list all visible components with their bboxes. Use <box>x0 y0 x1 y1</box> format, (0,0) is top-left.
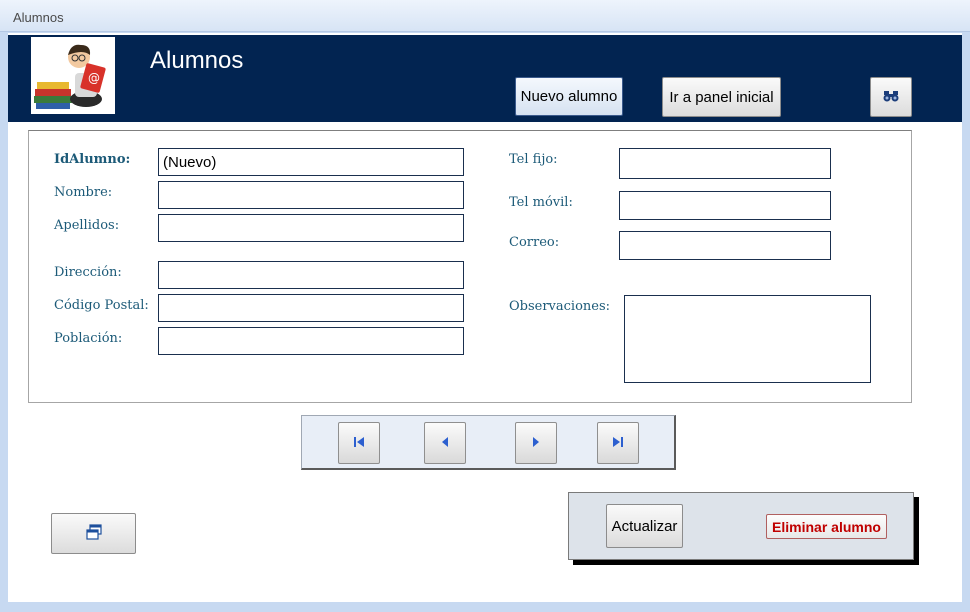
id-field[interactable]: (Nuevo) <box>158 148 464 176</box>
search-button[interactable] <box>870 77 912 117</box>
next-record-icon <box>531 436 541 451</box>
id-label: IdAlumno: <box>54 152 131 167</box>
tel-movil-label: Tel móvil: <box>509 195 573 210</box>
direccion-label: Dirección: <box>54 265 122 280</box>
direccion-field[interactable] <box>158 261 464 289</box>
next-record-button[interactable] <box>515 422 557 464</box>
first-record-button[interactable] <box>338 422 380 464</box>
codigo-postal-label: Código Postal: <box>54 298 149 313</box>
svg-text:@: @ <box>88 71 100 85</box>
binoculars-icon <box>883 89 899 106</box>
last-record-icon <box>612 436 624 451</box>
poblacion-label: Población: <box>54 331 123 346</box>
switch-windows-icon <box>85 523 103 544</box>
previous-record-icon <box>440 436 450 451</box>
correo-label: Correo: <box>509 235 560 250</box>
tel-movil-field[interactable] <box>619 191 831 220</box>
delete-student-button[interactable]: Eliminar alumno <box>766 514 887 539</box>
tel-fijo-field[interactable] <box>619 148 831 179</box>
form-title: Alumnos <box>150 47 244 74</box>
apellidos-label: Apellidos: <box>54 218 120 233</box>
correo-field[interactable] <box>619 231 831 260</box>
last-record-button[interactable] <box>597 422 639 464</box>
student-logo-image: @ <box>31 37 115 114</box>
switch-windows-button[interactable] <box>51 513 136 554</box>
observaciones-field[interactable] <box>624 295 871 383</box>
tel-fijo-label: Tel fijo: <box>509 152 558 167</box>
window-tab-title[interactable]: Alumnos <box>13 10 64 25</box>
new-student-button[interactable]: Nuevo alumno <box>515 77 623 116</box>
poblacion-field[interactable] <box>158 327 464 355</box>
first-record-icon <box>353 436 365 451</box>
go-to-main-panel-button[interactable]: Ir a panel inicial <box>662 77 781 117</box>
previous-record-button[interactable] <box>424 422 466 464</box>
nombre-label: Nombre: <box>54 185 113 200</box>
codigo-postal-field[interactable] <box>158 294 464 322</box>
nombre-field[interactable] <box>158 181 464 209</box>
observaciones-label: Observaciones: <box>509 299 611 314</box>
apellidos-field[interactable] <box>158 214 464 242</box>
window-tab-bar <box>0 0 970 32</box>
update-button[interactable]: Actualizar <box>606 504 683 548</box>
